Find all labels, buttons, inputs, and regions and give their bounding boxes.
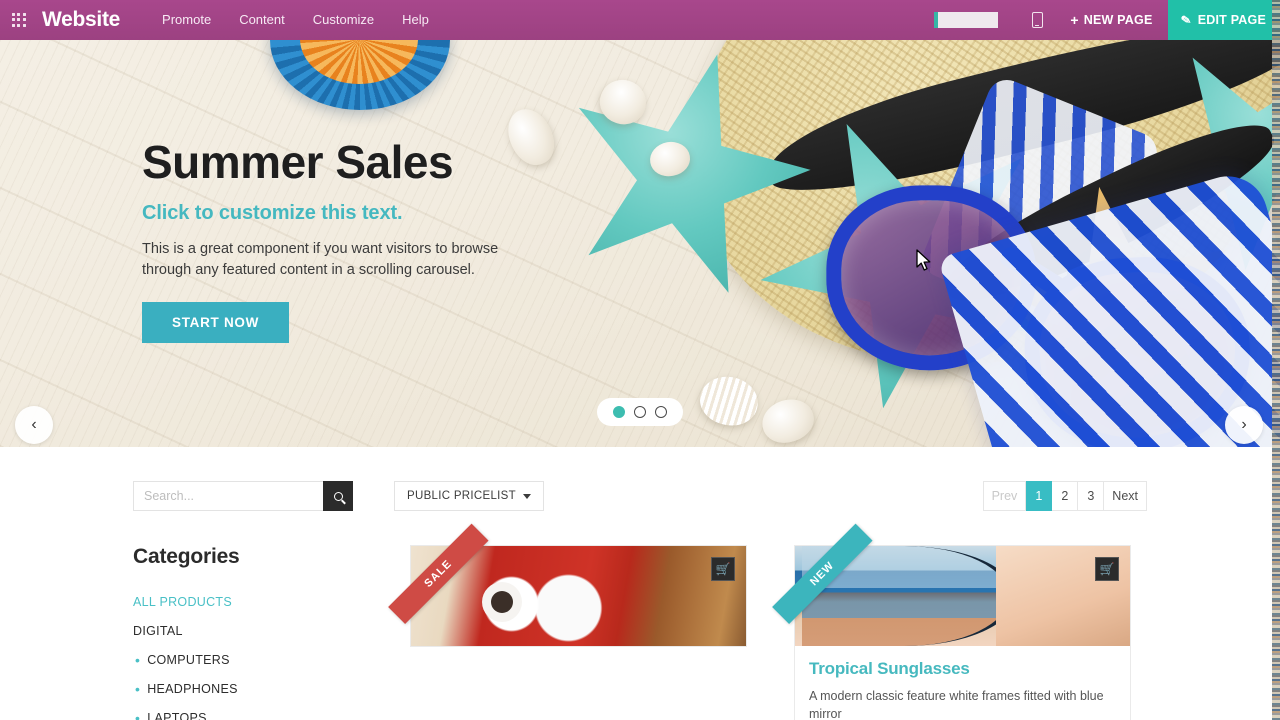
categories-title: Categories <box>133 545 240 568</box>
hero-title[interactable]: Summer Sales <box>142 138 662 187</box>
category-all-products[interactable]: ALL PRODUCTS <box>133 595 363 609</box>
nav-item-content[interactable]: Content <box>225 0 299 40</box>
apps-menu-button[interactable] <box>0 0 38 40</box>
start-now-button[interactable]: START NOW <box>142 302 290 344</box>
chevron-right-icon: › <box>1241 416 1247 433</box>
product-card[interactable]: SALE 🛒 <box>388 523 747 647</box>
category-label: LAPTOPS <box>147 711 207 720</box>
pagination-page-2[interactable]: 2 <box>1052 481 1079 511</box>
category-computers[interactable]: • COMPUTERS <box>133 653 363 667</box>
product-name[interactable]: Tropical Sunglasses <box>809 659 1116 679</box>
category-label: HEADPHONES <box>147 682 238 696</box>
hero-carousel[interactable]: Summer Sales Click to customize this tex… <box>0 40 1280 447</box>
search-button[interactable] <box>323 481 353 511</box>
product-description: A modern classic feature white frames fi… <box>809 689 1104 720</box>
category-headphones[interactable]: • HEADPHONES <box>133 682 363 696</box>
shopping-cart-icon: 🛒 <box>715 562 731 576</box>
category-digital[interactable]: DIGITAL <box>133 624 363 638</box>
carousel-next-button[interactable]: › <box>1225 406 1263 444</box>
shopping-cart-icon: 🛒 <box>1099 562 1115 576</box>
carousel-indicators <box>597 398 683 426</box>
carousel-dot-2[interactable] <box>634 406 646 418</box>
add-to-cart-button[interactable]: 🛒 <box>1095 557 1119 581</box>
nav-item-customize[interactable]: Customize <box>299 0 388 40</box>
bullet-icon: • <box>135 710 141 720</box>
video-artifact-strip <box>1272 0 1280 720</box>
search-icon <box>333 491 343 501</box>
admin-topbar: Website Promote Content Customize Help +… <box>0 0 1280 40</box>
new-page-label: NEW PAGE <box>1083 13 1153 27</box>
mobile-preview-icon <box>1031 12 1043 28</box>
apps-grid-icon <box>11 12 27 28</box>
edit-page-label: EDIT PAGE <box>1197 13 1266 27</box>
product-card[interactable]: NEW 🛒 Tropical Sunglasses A modern class… <box>772 523 1131 720</box>
nav-item-help[interactable]: Help <box>388 0 443 40</box>
pencil-icon: ✎ <box>1180 12 1193 28</box>
pagination: Prev 1 2 3 Next <box>982 481 1147 511</box>
pricelist-dropdown[interactable]: PUBLIC PRICELIST <box>394 481 544 511</box>
page-name-input[interactable] <box>934 12 999 28</box>
hero-body-text[interactable]: This is a great component if you want vi… <box>142 239 502 280</box>
product-body: Tropical Sunglasses A modern classic fea… <box>795 646 1130 720</box>
chevron-left-icon: ‹ <box>31 416 37 433</box>
category-label: DIGITAL <box>133 624 183 638</box>
brand-title[interactable]: Website <box>38 0 130 40</box>
hero-copy-block: Summer Sales Click to customize this tex… <box>142 138 662 344</box>
shop-toolbar: PUBLIC PRICELIST Prev 1 2 3 Next <box>0 481 1280 511</box>
category-laptops[interactable]: • LAPTOPS <box>133 711 363 720</box>
mobile-preview-button[interactable] <box>1020 12 1054 28</box>
new-page-button[interactable]: + NEW PAGE <box>1054 0 1168 40</box>
shop-section: PUBLIC PRICELIST Prev 1 2 3 Next Categor… <box>0 447 1280 720</box>
pagination-prev[interactable]: Prev <box>982 481 1027 511</box>
carousel-dot-1[interactable] <box>613 406 625 418</box>
pagination-page-3[interactable]: 3 <box>1078 481 1105 511</box>
edit-page-button[interactable]: ✎ EDIT PAGE <box>1168 0 1280 40</box>
categories-sidebar: Categories ALL PRODUCTS DIGITAL • COMPUT… <box>133 545 363 720</box>
pricelist-label: PUBLIC PRICELIST <box>407 490 516 502</box>
add-to-cart-button[interactable]: 🛒 <box>711 557 735 581</box>
carousel-dot-3[interactable] <box>655 406 667 418</box>
search-group <box>133 481 353 511</box>
admin-topbar-right: + NEW PAGE ✎ EDIT PAGE <box>934 0 1280 40</box>
nav-item-promote[interactable]: Promote <box>148 0 225 40</box>
bullet-icon: • <box>135 652 141 668</box>
category-label: ALL PRODUCTS <box>133 595 232 609</box>
plus-icon: + <box>1070 12 1079 28</box>
pagination-next[interactable]: Next <box>1104 481 1147 511</box>
browser-viewport: Website Promote Content Customize Help +… <box>0 0 1280 720</box>
pagination-page-1[interactable]: 1 <box>1026 481 1053 511</box>
caret-down-icon <box>522 493 531 499</box>
carousel-prev-button[interactable]: ‹ <box>15 406 53 444</box>
bullet-icon: • <box>135 681 141 697</box>
hero-subtitle[interactable]: Click to customize this text. <box>142 202 662 225</box>
admin-nav: Promote Content Customize Help <box>148 0 443 40</box>
search-input[interactable] <box>133 481 323 511</box>
category-label: COMPUTERS <box>147 653 230 667</box>
